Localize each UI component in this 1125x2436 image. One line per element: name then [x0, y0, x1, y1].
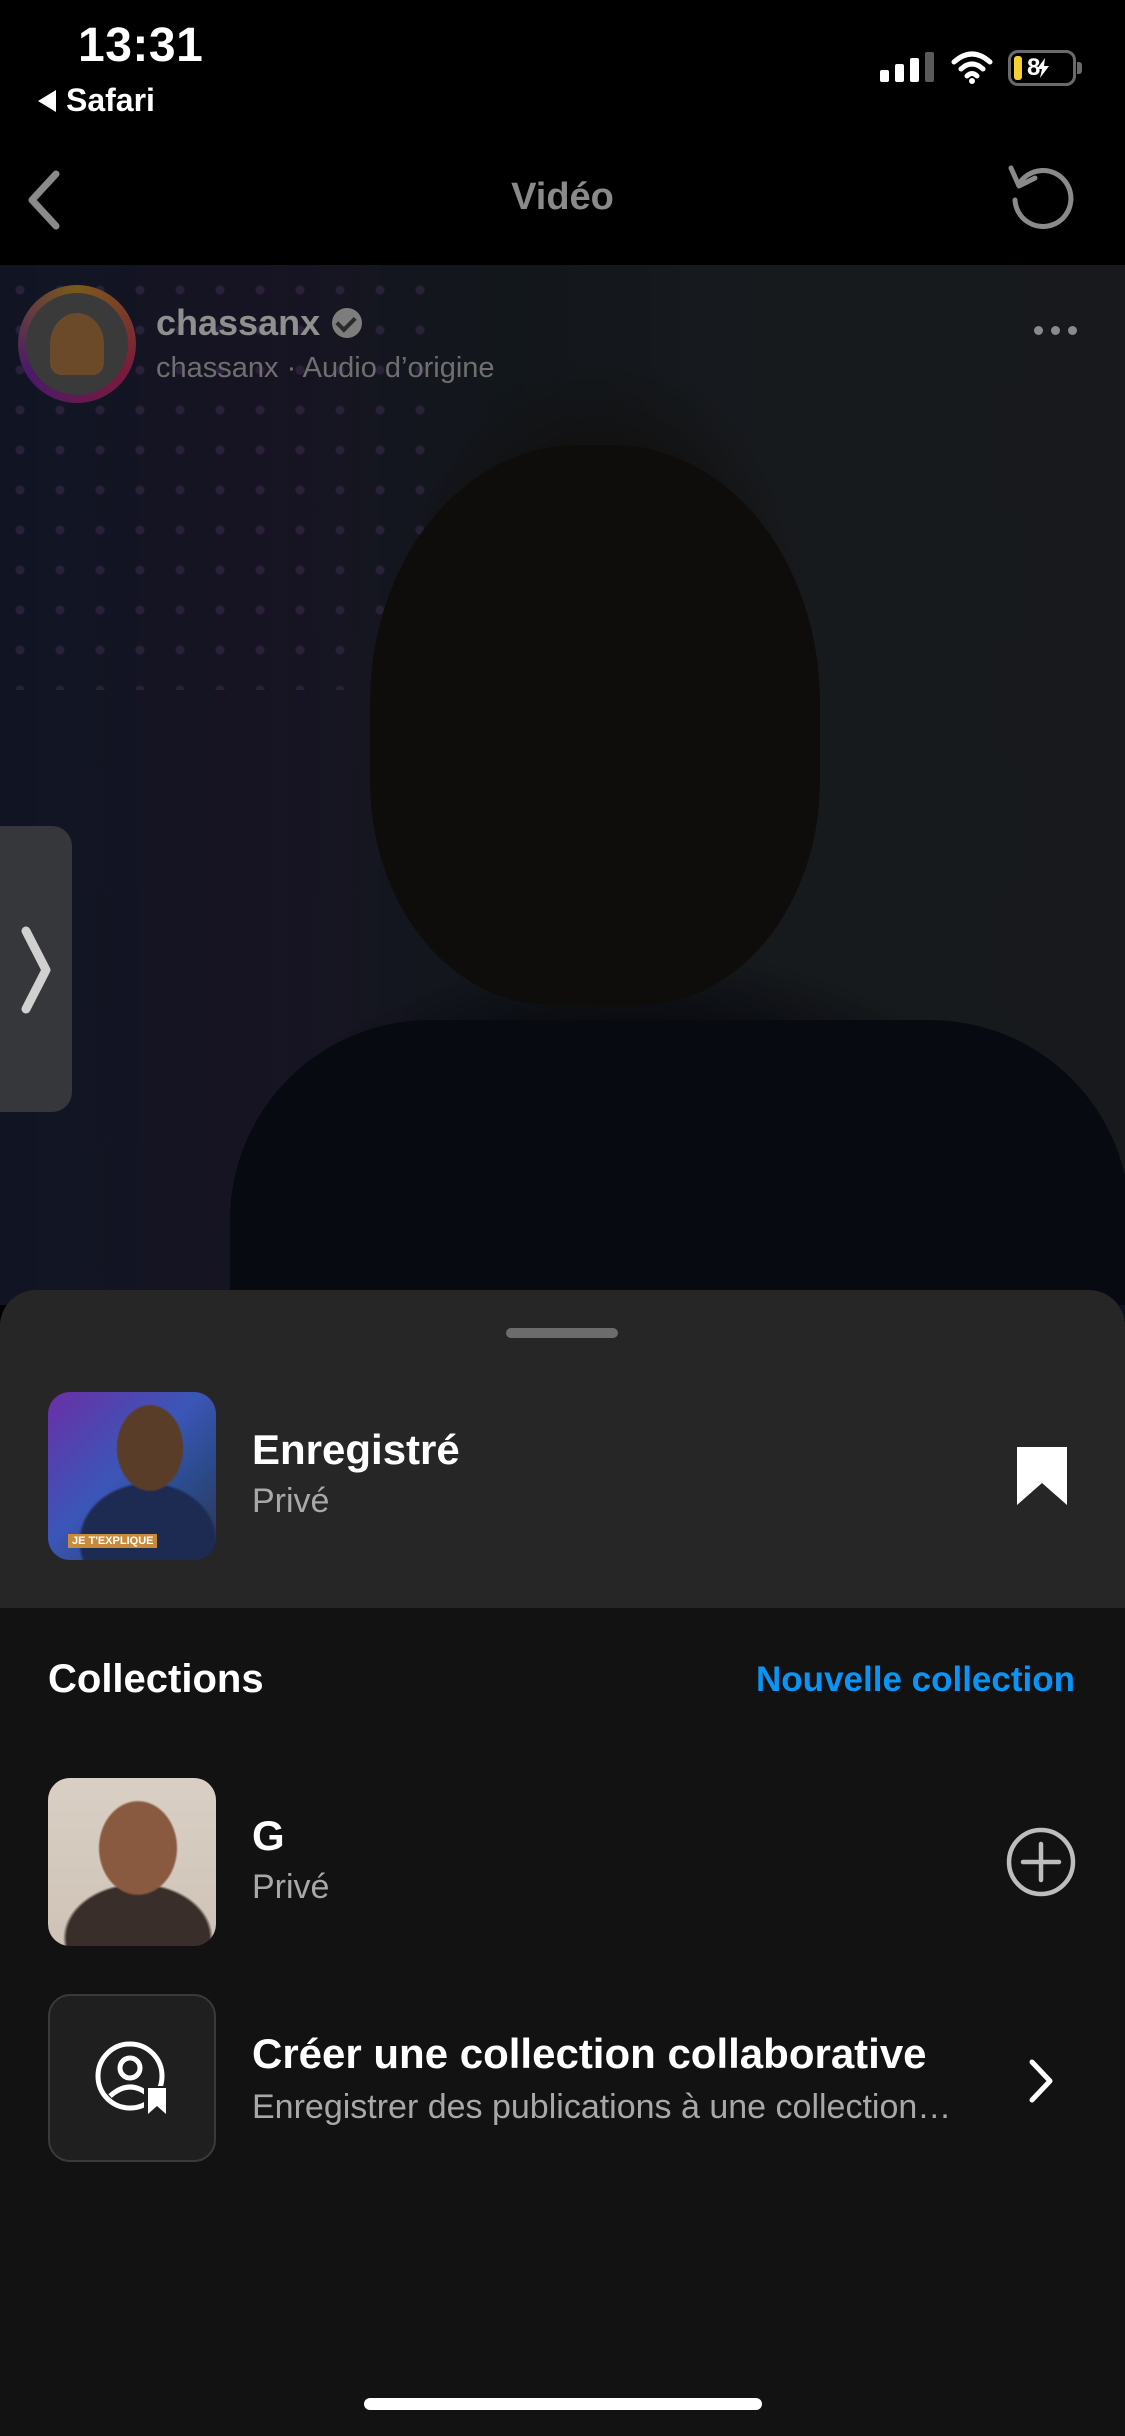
chevron-right-icon[interactable]	[1022, 2056, 1062, 2106]
collections-heading: Collections	[48, 1657, 264, 1701]
video-dim-overlay	[0, 265, 1125, 1305]
post-username-row[interactable]: chassanx	[156, 302, 363, 344]
new-collection-link[interactable]: Nouvelle collection	[690, 1660, 1075, 1700]
wifi-icon	[951, 51, 993, 84]
post-username[interactable]: chassanx	[156, 302, 320, 344]
back-app-label: Safari	[66, 82, 155, 118]
saved-thumbnail: JE T'EXPLIQUE	[48, 1392, 216, 1560]
saved-title: Enregistré	[252, 1426, 460, 1473]
bookmark-icon[interactable]	[1015, 1445, 1069, 1507]
collab-collection-icon	[95, 2041, 168, 2116]
home-indicator[interactable]	[364, 2398, 762, 2410]
chevron-right-tab-icon	[21, 926, 51, 1014]
back-triangle-icon	[38, 89, 56, 112]
refresh-icon[interactable]	[1005, 160, 1077, 232]
collection-g-thumbnail[interactable]	[48, 1778, 216, 1946]
avatar[interactable]	[26, 293, 128, 395]
collection-g-privacy: Privé	[252, 1868, 330, 1906]
more-options-icon[interactable]	[1034, 326, 1077, 335]
post-audio-subtitle[interactable]: chassanx · Audio d’origine	[156, 352, 495, 385]
thumbnail-caption: JE T'EXPLIQUE	[68, 1534, 158, 1548]
sheet-grabber[interactable]	[506, 1328, 618, 1338]
collab-collection-title[interactable]: Créer une collection collaborative	[252, 2030, 972, 2078]
verified-badge-icon	[332, 308, 363, 338]
collab-collection-subtitle: Enregistrer des publications à une colle…	[252, 2088, 952, 2126]
charging-bolt-icon	[1037, 58, 1049, 78]
page-title: Vidéo	[511, 176, 614, 218]
plus-circle-icon[interactable]	[1005, 1826, 1077, 1898]
status-time: 13:31	[78, 19, 204, 72]
save-bottom-sheet: JE T'EXPLIQUE Enregistré Privé G Privé	[0, 1290, 1125, 2436]
signal-icon	[880, 52, 934, 82]
back-to-safari[interactable]: Safari	[38, 82, 155, 119]
saved-privacy: Privé	[252, 1482, 330, 1520]
collection-g-title[interactable]: G	[252, 1812, 285, 1860]
